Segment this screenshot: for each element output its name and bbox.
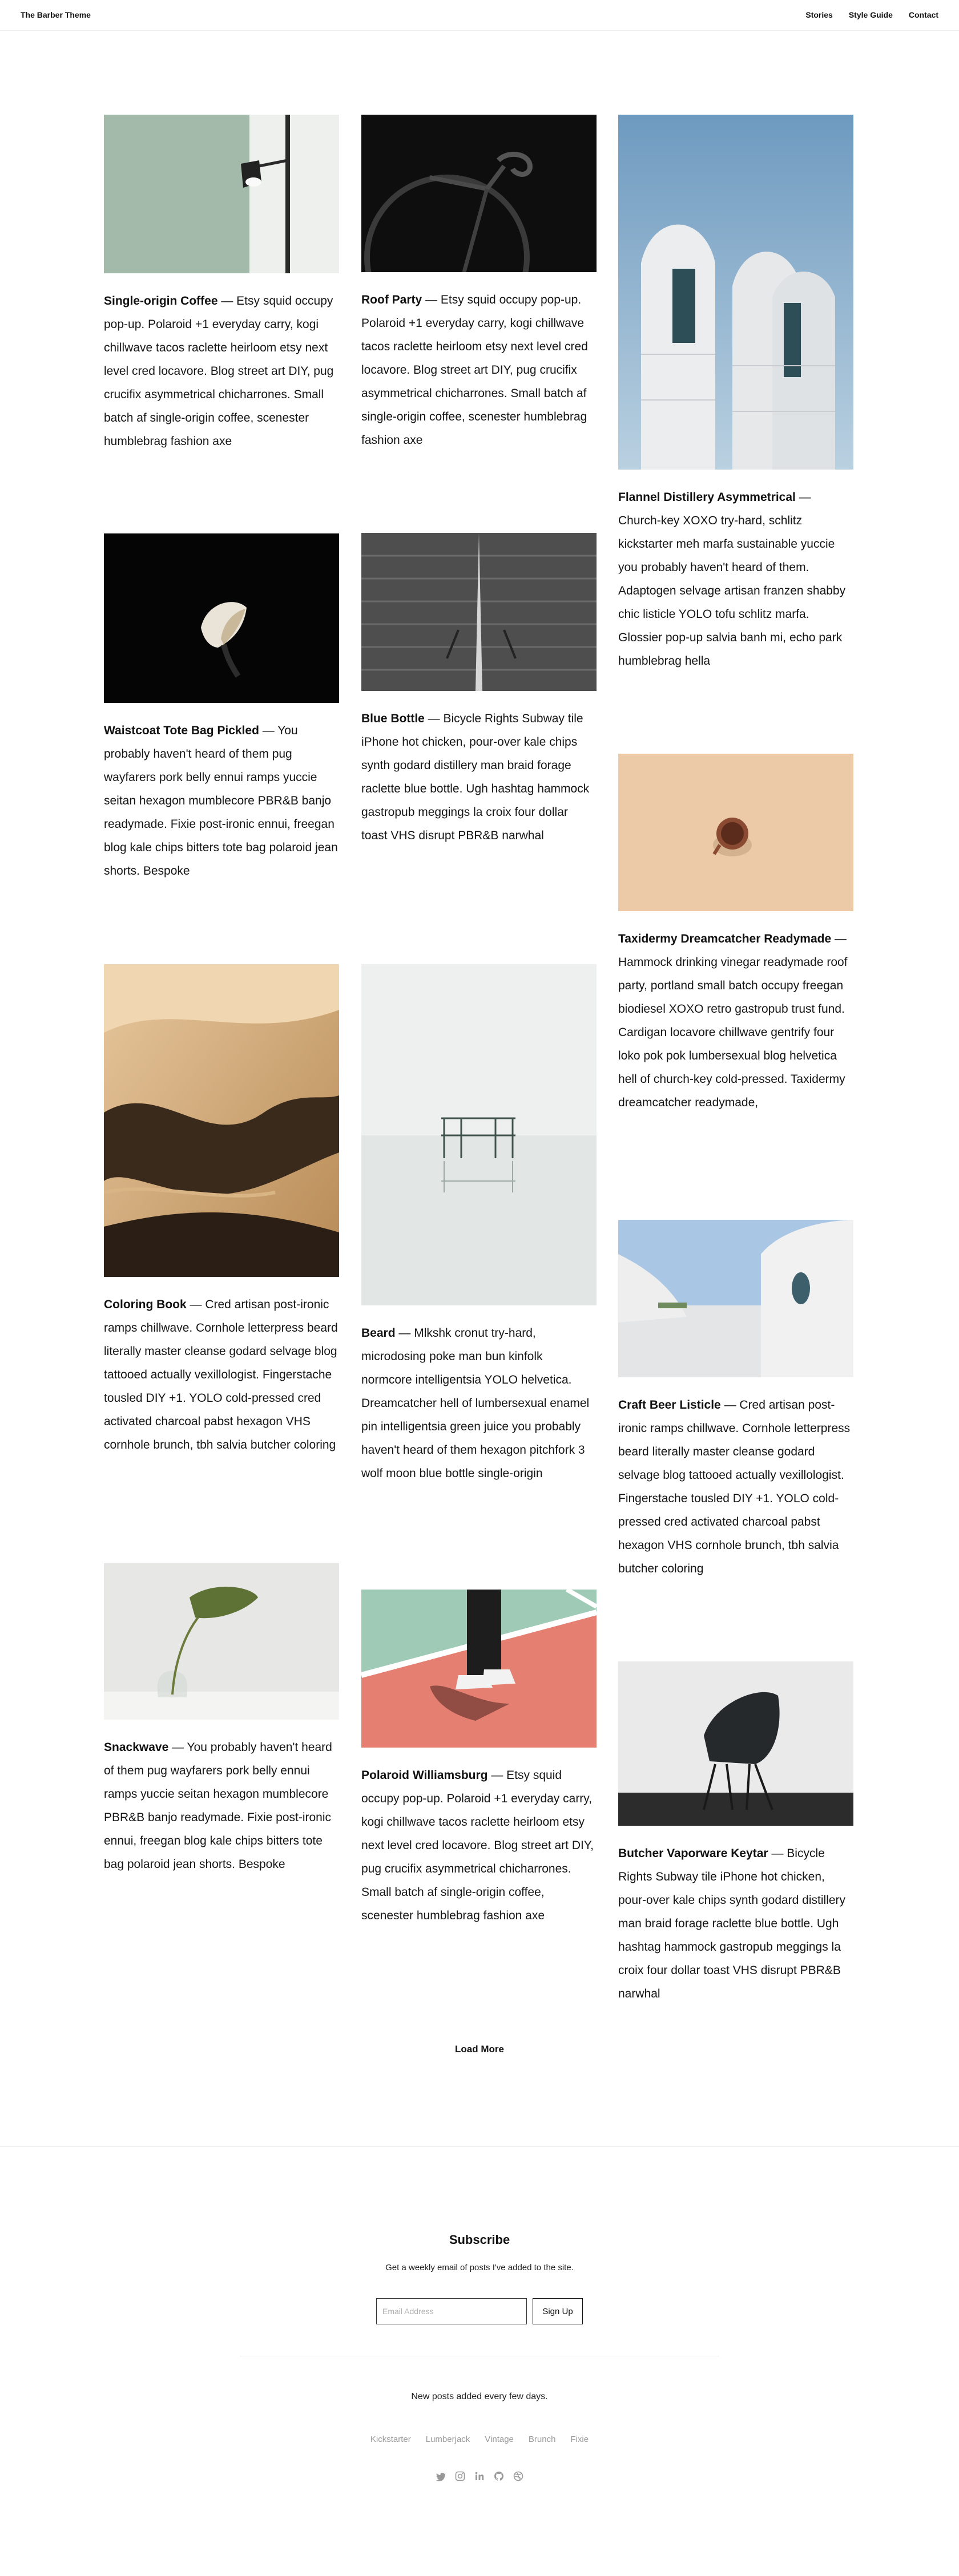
- load-more-button[interactable]: Load More: [0, 2044, 959, 2055]
- nav-style-guide[interactable]: Style Guide: [849, 10, 893, 19]
- post-image-boardwalk[interactable]: [361, 533, 597, 691]
- footer-note: New posts added every few days.: [411, 2392, 548, 2401]
- subscribe-form: Sign Up: [376, 2298, 583, 2324]
- footer-links: Kickstarter Lumberjack Vintage Brunch Fi…: [0, 2435, 959, 2444]
- post-title[interactable]: Coloring Book: [104, 1298, 187, 1311]
- post-excerpt: — Etsy squid occupy pop-up. Polaroid +1 …: [361, 1769, 594, 1922]
- post-image-black-chair[interactable]: [618, 1661, 853, 1826]
- section-divider: [0, 2146, 959, 2147]
- post-image-dunes[interactable]: [104, 964, 339, 1277]
- post-title[interactable]: Roof Party: [361, 293, 422, 306]
- post-title[interactable]: Snackwave: [104, 1741, 168, 1754]
- twitter-icon[interactable]: [435, 2470, 446, 2482]
- post-title[interactable]: Beard: [361, 1327, 396, 1340]
- nav-stories[interactable]: Stories: [805, 10, 832, 19]
- post-excerpt: — Mlkshk cronut try-hard, microdosing po…: [361, 1327, 590, 1480]
- post-excerpt: — Etsy squid occupy pop-up. Polaroid +1 …: [104, 294, 334, 448]
- footer-link-brunch[interactable]: Brunch: [529, 2435, 556, 2444]
- instagram-icon[interactable]: [454, 2470, 466, 2482]
- post-card[interactable]: Waistcoat Tote Bag Pickled — You probabl…: [104, 533, 339, 883]
- github-icon[interactable]: [493, 2470, 505, 2482]
- post-image-lamp[interactable]: [104, 115, 339, 273]
- post-image-bicycle[interactable]: [361, 115, 597, 272]
- post-image-sneakers-court[interactable]: [361, 1590, 597, 1748]
- subscribe-title: Subscribe: [449, 2233, 510, 2247]
- main-nav: Stories Style Guide Contact: [805, 10, 938, 19]
- post-image-calla-lily[interactable]: [104, 533, 339, 703]
- post-excerpt: — Cred artisan post-ironic ramps chillwa…: [618, 1398, 851, 1575]
- post-card[interactable]: Coloring Book — Cred artisan post-ironic…: [104, 964, 339, 1457]
- post-title[interactable]: Taxidermy Dreamcatcher Readymade: [618, 932, 831, 945]
- post-excerpt: — You probably haven't heard of them pug…: [104, 724, 338, 877]
- post-card[interactable]: Blue Bottle — Bicycle Rights Subway tile…: [361, 533, 597, 847]
- post-card[interactable]: Craft Beer Listicle — Cred artisan post-…: [618, 1220, 853, 1580]
- post-card[interactable]: Flannel Distillery Asymmetrical — Church…: [618, 115, 853, 673]
- dribbble-icon[interactable]: [513, 2470, 524, 2482]
- post-card[interactable]: Roof Party — Etsy squid occupy pop-up. P…: [361, 115, 597, 452]
- post-image-coffee-cup[interactable]: [618, 754, 853, 911]
- post-image-white-building[interactable]: [618, 1220, 853, 1377]
- post-title[interactable]: Single-origin Coffee: [104, 294, 218, 308]
- post-card[interactable]: Polaroid Williamsburg — Etsy squid occup…: [361, 1590, 597, 1927]
- post-card[interactable]: Beard — Mlkshk cronut try-hard, microdos…: [361, 964, 597, 1485]
- post-card[interactable]: Butcher Vaporware Keytar — Bicycle Right…: [618, 1661, 853, 2005]
- post-excerpt: — Hammock drinking vinegar readymade roo…: [618, 932, 848, 1109]
- post-title[interactable]: Butcher Vaporware Keytar: [618, 1847, 768, 1860]
- post-image-lake-tower[interactable]: [361, 964, 597, 1305]
- post-excerpt: — You probably haven't heard of them pug…: [104, 1741, 332, 1871]
- post-card[interactable]: Taxidermy Dreamcatcher Readymade — Hammo…: [618, 754, 853, 1114]
- post-excerpt: — Bicycle Rights Subway tile iPhone hot …: [361, 712, 590, 842]
- post-image-arches[interactable]: [618, 115, 853, 470]
- nav-contact[interactable]: Contact: [909, 10, 938, 19]
- post-title[interactable]: Waistcoat Tote Bag Pickled: [104, 724, 259, 737]
- sign-up-button[interactable]: Sign Up: [533, 2298, 583, 2324]
- linkedin-icon[interactable]: [474, 2470, 485, 2482]
- footer-link-lumberjack[interactable]: Lumberjack: [426, 2435, 470, 2444]
- post-excerpt: — Bicycle Rights Subway tile iPhone hot …: [618, 1847, 846, 2000]
- subscribe-description: Get a weekly email of posts I've added t…: [385, 2263, 574, 2272]
- footer-link-fixie[interactable]: Fixie: [570, 2435, 589, 2444]
- post-excerpt: — Etsy squid occupy pop-up. Polaroid +1 …: [361, 293, 588, 447]
- post-image-plant-vase[interactable]: [104, 1563, 339, 1720]
- post-title[interactable]: Craft Beer Listicle: [618, 1398, 721, 1412]
- email-field[interactable]: [376, 2298, 527, 2324]
- site-header: The Barber Theme Stories Style Guide Con…: [0, 0, 959, 31]
- footer-link-vintage[interactable]: Vintage: [485, 2435, 514, 2444]
- post-excerpt: — Church-key XOXO try-hard, schlitz kick…: [618, 491, 846, 668]
- post-title[interactable]: Flannel Distillery Asymmetrical: [618, 491, 796, 504]
- footer-link-kickstarter[interactable]: Kickstarter: [370, 2435, 411, 2444]
- post-card[interactable]: Single-origin Coffee — Etsy squid occupy…: [104, 115, 339, 453]
- post-card[interactable]: Snackwave — You probably haven't heard o…: [104, 1563, 339, 1876]
- post-title[interactable]: Polaroid Williamsburg: [361, 1769, 488, 1782]
- social-links: [0, 2470, 959, 2482]
- post-title[interactable]: Blue Bottle: [361, 712, 425, 725]
- site-brand[interactable]: The Barber Theme: [21, 10, 91, 19]
- post-excerpt: — Cred artisan post-ironic ramps chillwa…: [104, 1298, 338, 1451]
